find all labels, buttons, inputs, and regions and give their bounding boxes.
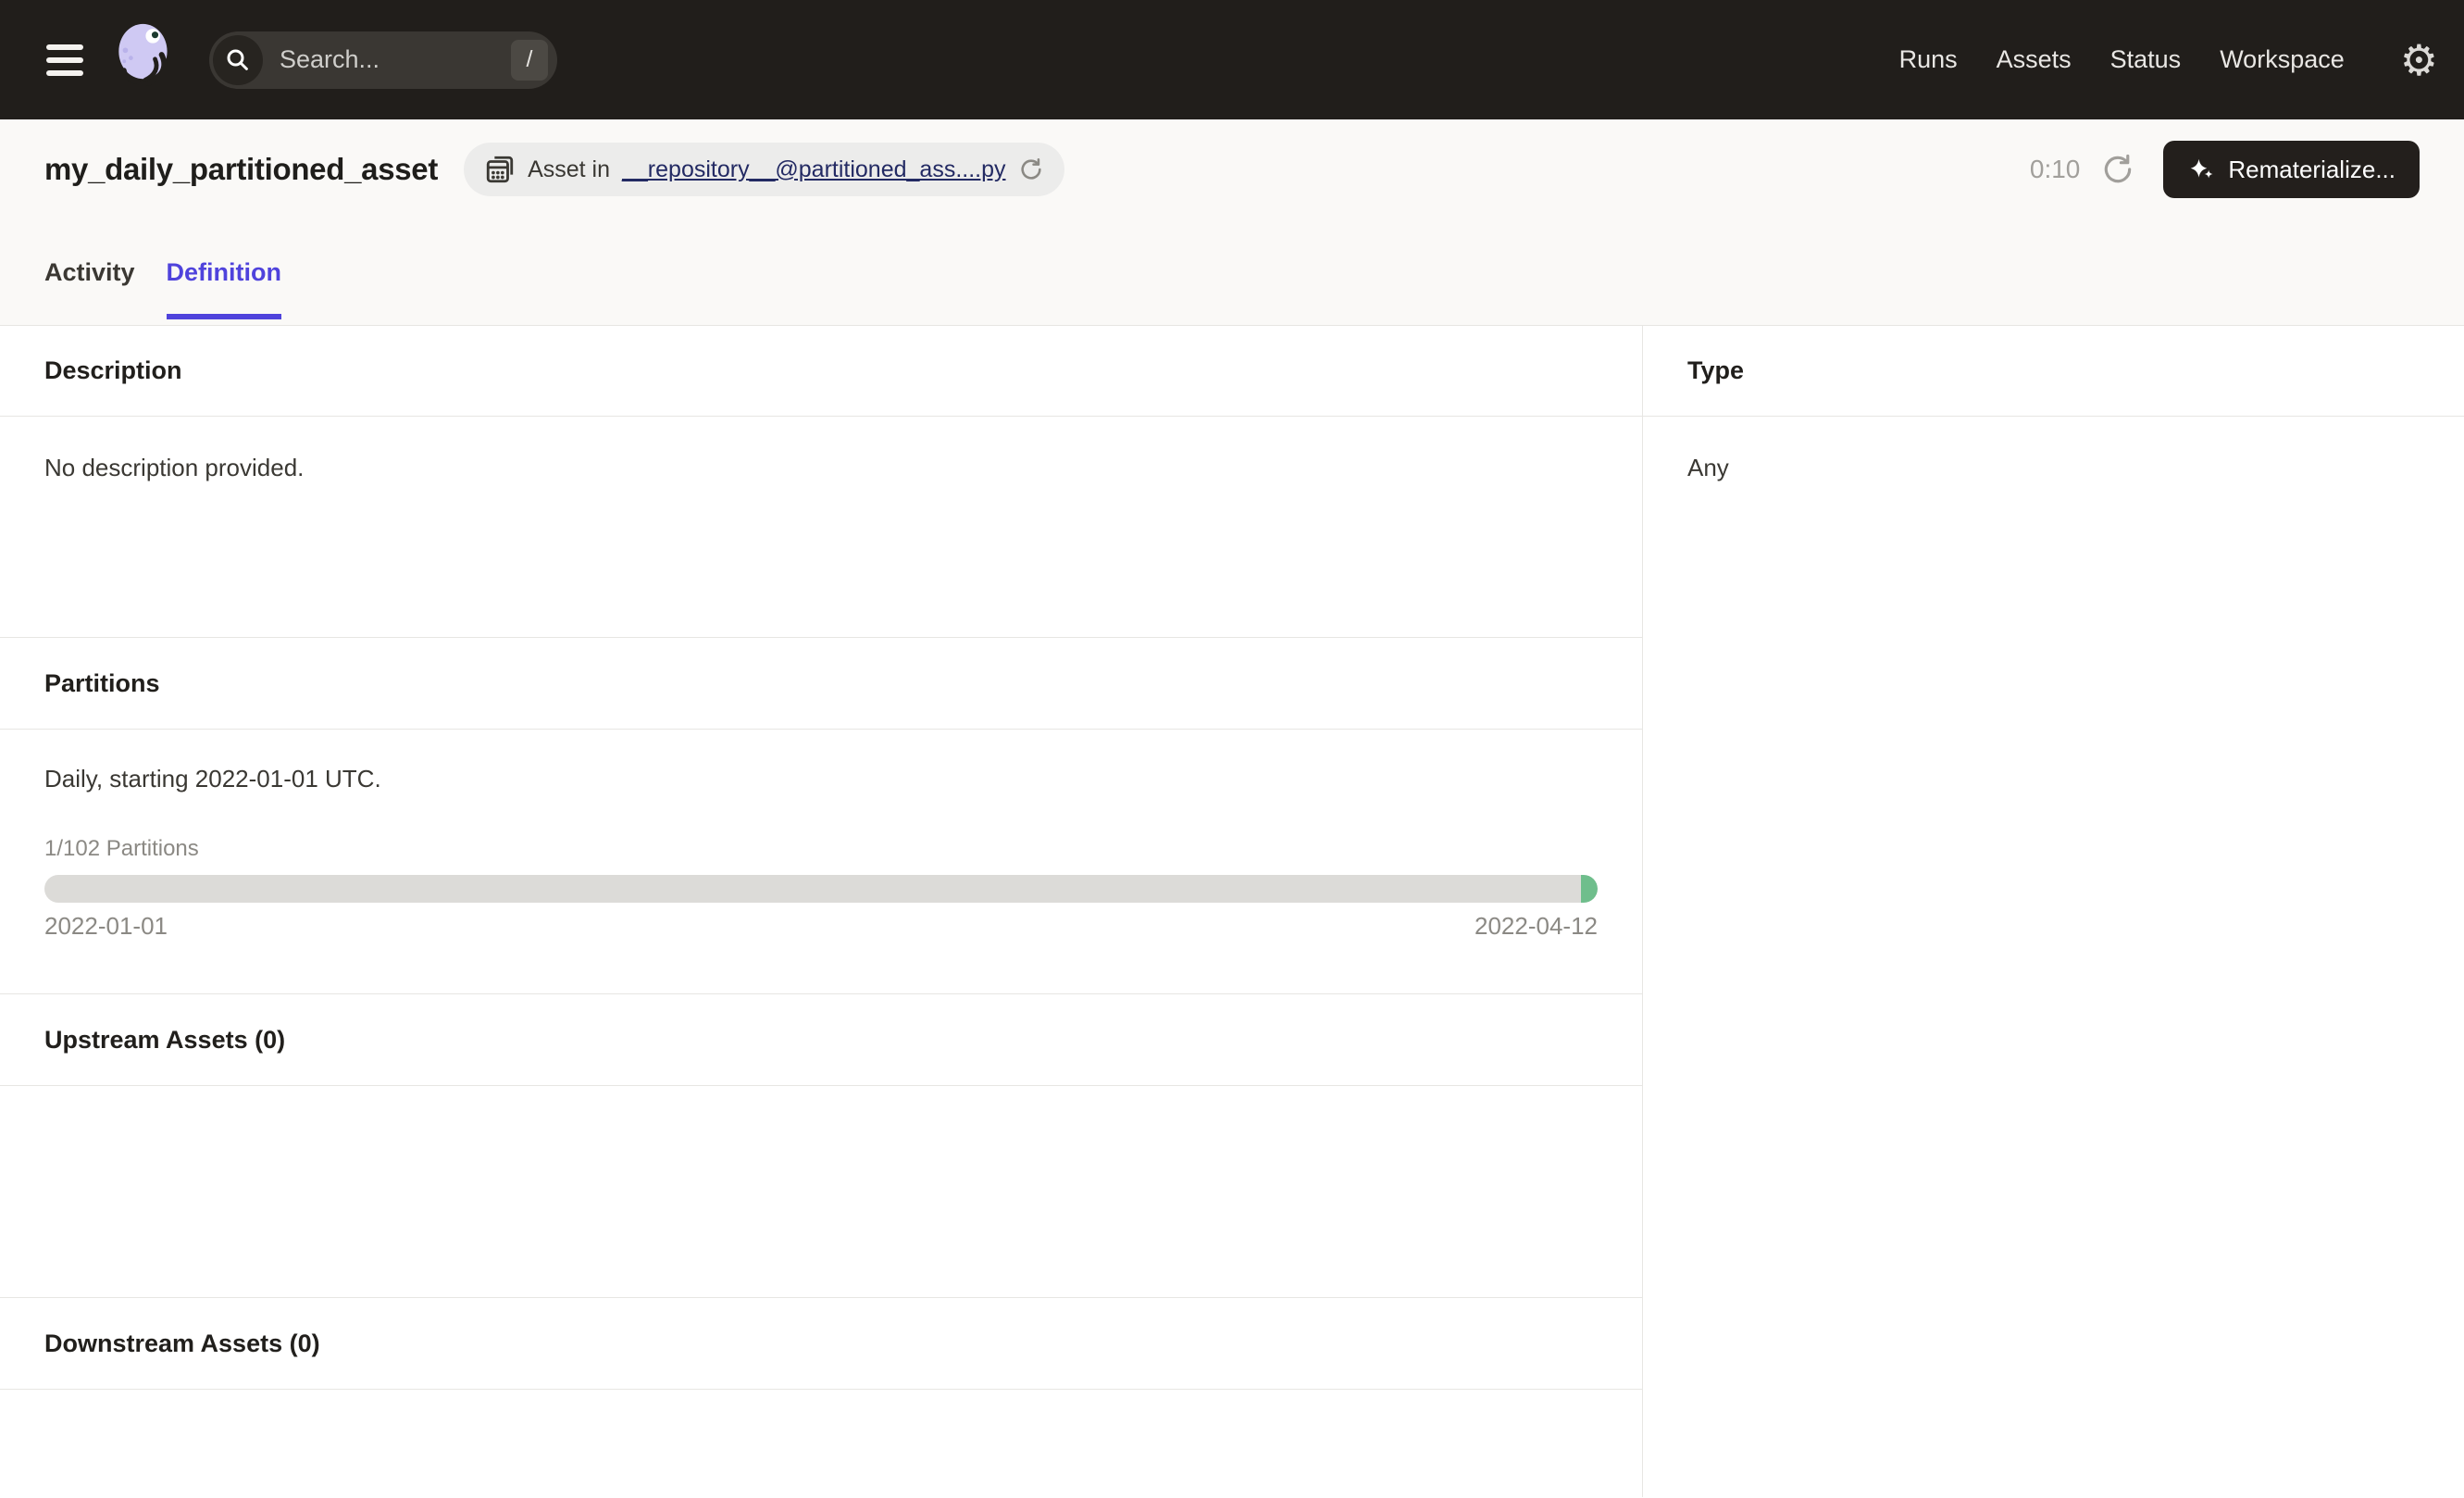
refresh-icon[interactable]	[2100, 152, 2135, 187]
partitions-section: Daily, starting 2022-01-01 UTC. 1/102 Pa…	[0, 730, 1642, 993]
upstream-assets-section-header: Upstream Assets (0)	[0, 993, 1642, 1086]
top-nav-links: Runs Assets Status Workspace ⚙	[1899, 39, 2438, 81]
sparkles-icon	[2187, 156, 2215, 183]
partition-start-date: 2022-01-01	[44, 912, 168, 941]
nav-link-assets[interactable]: Assets	[1997, 45, 2072, 74]
tab-bar: Activity Definition	[44, 258, 2420, 325]
description-section-header: Description	[0, 326, 1642, 417]
partition-health-bar	[44, 875, 1598, 903]
repository-icon	[484, 154, 516, 185]
asset-badge-prefix: Asset in	[528, 156, 610, 183]
nav-link-runs[interactable]: Runs	[1899, 45, 1958, 74]
repository-link[interactable]: __repository__@partitioned_ass....py	[622, 156, 1006, 183]
downstream-assets-empty	[0, 1390, 1642, 1497]
type-value: Any	[1643, 417, 2464, 482]
nav-link-status[interactable]: Status	[2110, 45, 2182, 74]
rematerialize-label: Rematerialize...	[2228, 156, 2396, 184]
partition-materialized-segment	[1581, 875, 1598, 903]
search-icon	[213, 35, 263, 85]
asset-repository-badge: Asset in __repository__@partitioned_ass.…	[464, 143, 1064, 196]
partitions-summary: Daily, starting 2022-01-01 UTC.	[44, 765, 1598, 793]
description-text: No description provided.	[0, 417, 1642, 637]
top-navigation-bar: / Runs Assets Status Workspace ⚙	[0, 0, 2464, 119]
page-title: my_daily_partitioned_asset	[44, 152, 438, 187]
downstream-assets-section-header: Downstream Assets (0)	[0, 1297, 1642, 1390]
partitions-section-header: Partitions	[0, 637, 1642, 730]
definition-content: Description No description provided. Par…	[0, 326, 2464, 1497]
search-shortcut-key: /	[511, 40, 548, 81]
search-input[interactable]	[263, 45, 511, 74]
gear-icon[interactable]: ⚙	[2400, 39, 2438, 81]
right-column: Type Any	[1643, 326, 2464, 1497]
rematerialize-button[interactable]: Rematerialize...	[2163, 141, 2420, 198]
upstream-assets-empty	[0, 1086, 1642, 1297]
reload-repository-icon[interactable]	[1018, 156, 1044, 182]
nav-link-workspace[interactable]: Workspace	[2220, 45, 2345, 74]
partitions-count: 1/102 Partitions	[44, 836, 1598, 862]
refresh-countdown: 0:10	[2030, 155, 2081, 184]
left-column: Description No description provided. Par…	[0, 326, 1643, 1497]
dagster-logo-icon[interactable]	[111, 21, 181, 99]
tab-activity[interactable]: Activity	[44, 258, 135, 325]
search-bar: /	[209, 31, 557, 89]
menu-icon[interactable]	[46, 44, 83, 76]
tab-definition[interactable]: Definition	[167, 258, 281, 325]
type-section-header: Type	[1643, 326, 2464, 417]
page-header: my_daily_partitioned_asset Asset in __re…	[0, 119, 2464, 326]
partition-end-date: 2022-04-12	[1475, 912, 1598, 941]
